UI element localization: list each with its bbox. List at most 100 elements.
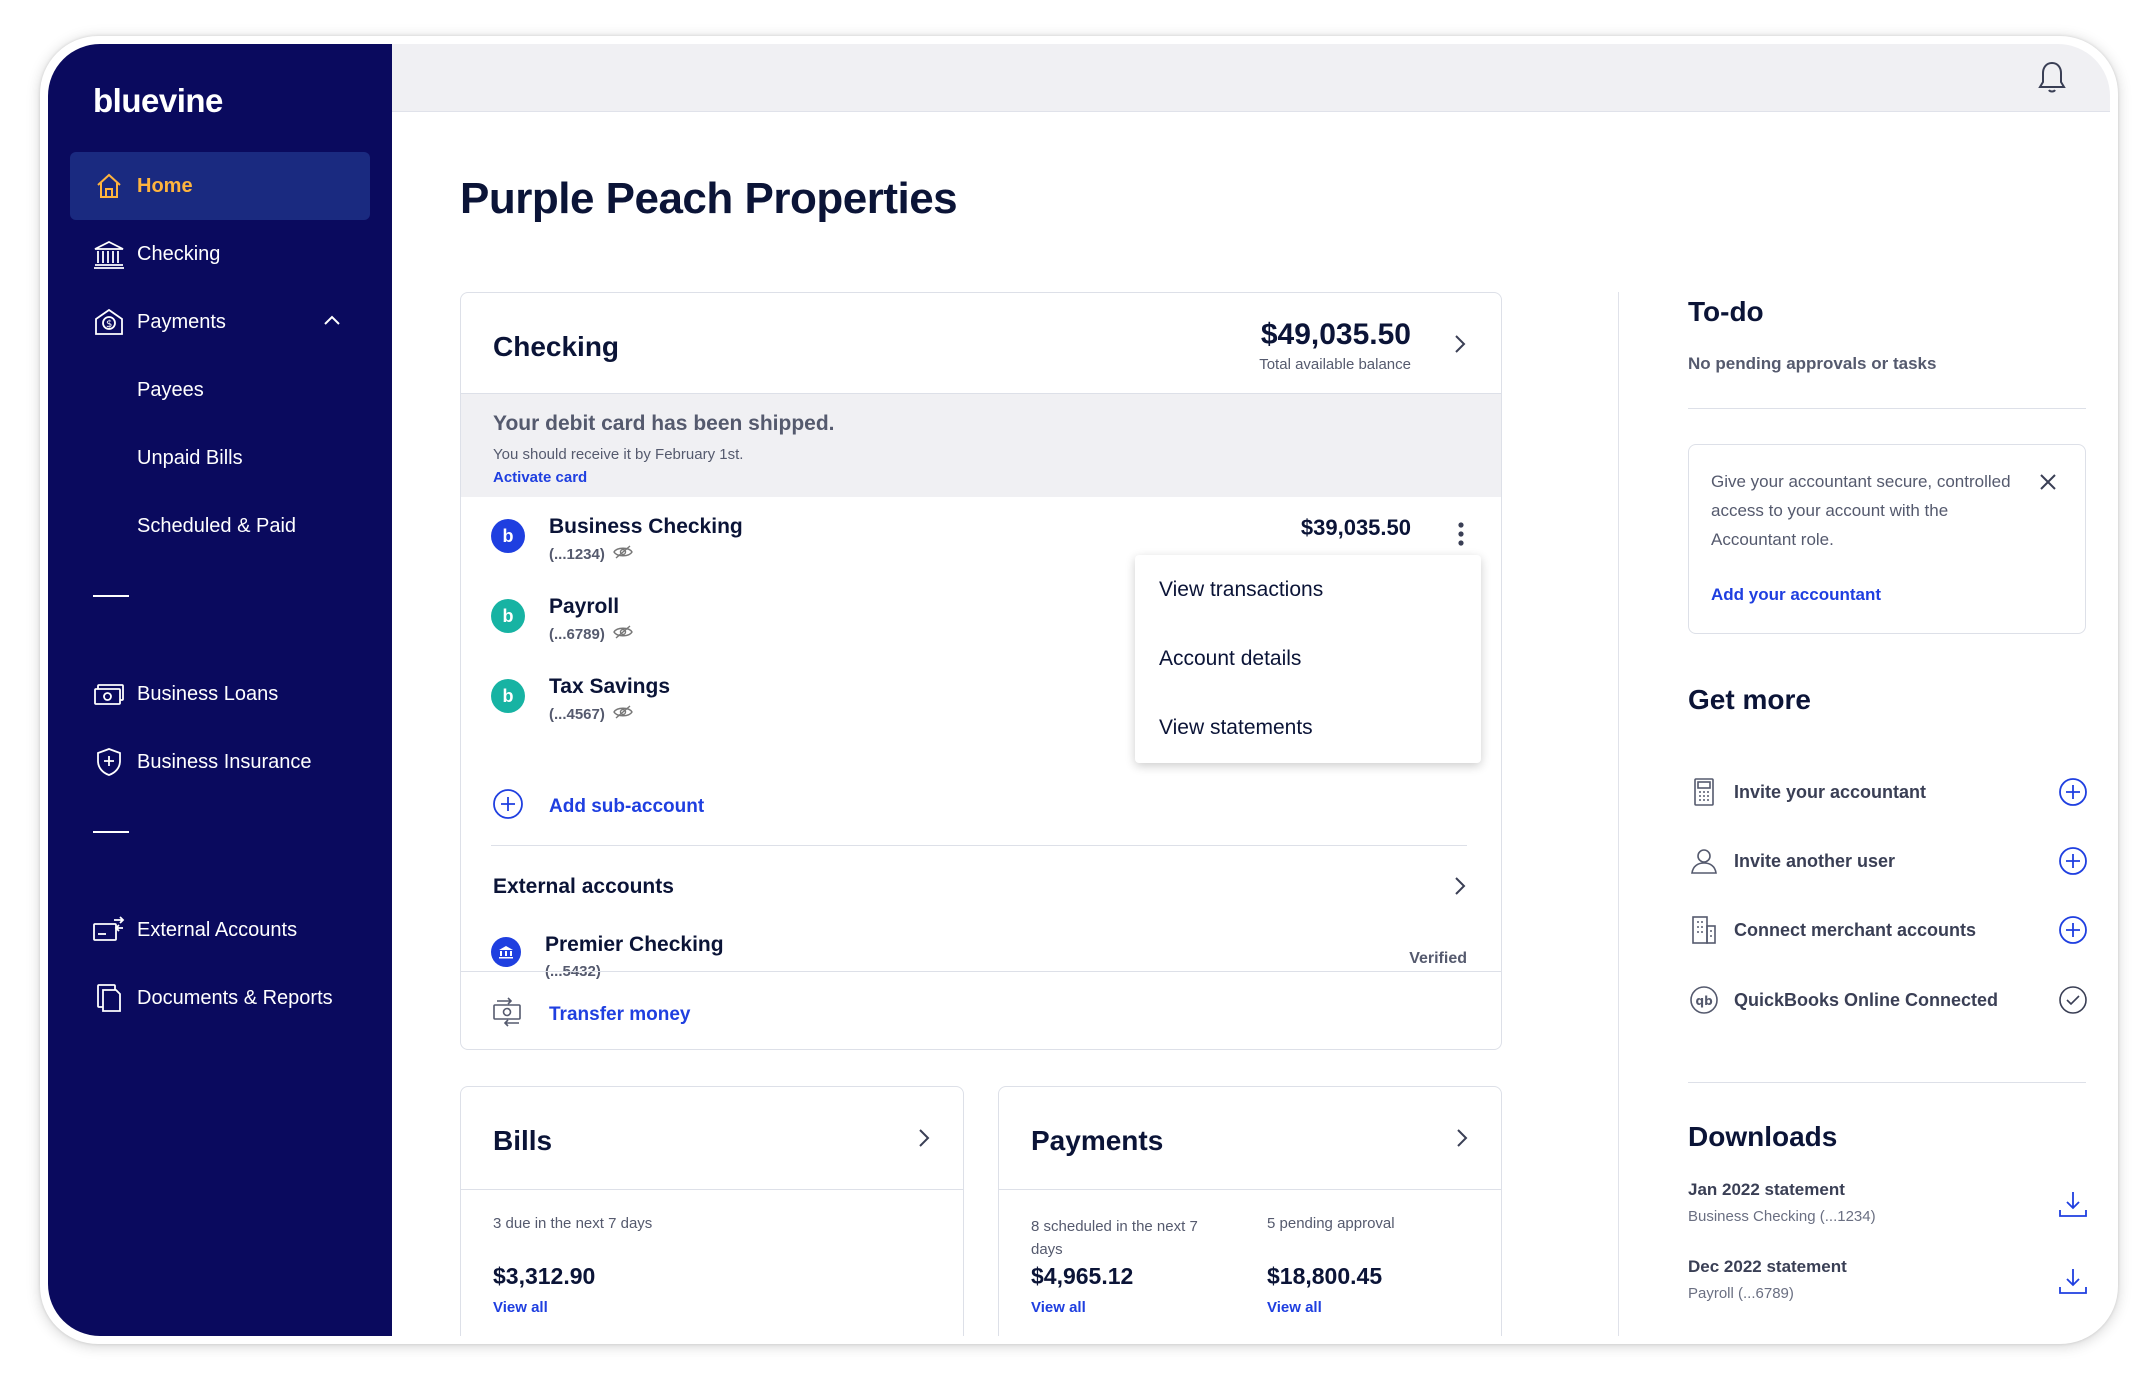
get-more-label: Connect merchant accounts: [1734, 919, 1977, 940]
notice-text: You should receive it by February 1st.: [493, 446, 744, 463]
checking-card-title[interactable]: Checking: [493, 331, 619, 363]
get-more-title: Get more: [1688, 684, 1811, 715]
bluevine-account-icon: b: [491, 519, 525, 553]
more-options-icon[interactable]: [1457, 521, 1465, 552]
plus-circle-icon[interactable]: [2058, 915, 2088, 950]
sidebar-item-label: Business Loans: [137, 682, 279, 705]
account-row-business-checking[interactable]: b Business Checking (...1234): [491, 515, 743, 563]
pending-caption: 5 pending approval: [1267, 1215, 1395, 1232]
plus-circle-icon: [491, 787, 525, 826]
sidebar-item-business-insurance[interactable]: Business Insurance: [70, 728, 370, 796]
bills-amount: $3,312.90: [493, 1263, 596, 1289]
add-sub-account-button[interactable]: Add sub-account: [491, 787, 704, 826]
account-number: (...4567): [549, 705, 670, 723]
payments-card: Payments 8 scheduled in the next 7 days …: [998, 1086, 1502, 1336]
account-balance: $39,035.50: [1300, 515, 1411, 540]
chevron-right-icon[interactable]: [1453, 333, 1467, 360]
bell-icon[interactable]: [2038, 60, 2066, 99]
sidebar-item-label: Scheduled & Paid: [137, 514, 297, 537]
eye-hidden-icon[interactable]: [613, 625, 633, 643]
transfer-money-button[interactable]: Transfer money: [491, 997, 691, 1032]
todo-title: To-do: [1688, 296, 1764, 327]
sidebar-item-unpaid-bills[interactable]: Unpaid Bills: [70, 424, 370, 492]
total-balance: $49,035.50 Total available balance: [1259, 318, 1411, 373]
external-accounts-title[interactable]: External accounts: [493, 875, 674, 899]
payments-card-title[interactable]: Payments: [1031, 1125, 1163, 1157]
sidebar-item-checking[interactable]: Checking: [70, 220, 370, 288]
account-row-tax-savings[interactable]: b Tax Savings (...4567): [491, 675, 670, 723]
add-accountant-link[interactable]: Add your accountant: [1711, 585, 1881, 605]
menu-item-view-statements[interactable]: View statements: [1135, 693, 1481, 762]
documents-icon: [92, 981, 126, 1015]
download-item[interactable]: Dec 2022 statement Payroll (...6789): [1688, 1257, 2088, 1302]
connect-merchant-row[interactable]: Connect merchant accounts: [1688, 910, 2088, 950]
eye-hidden-icon[interactable]: [613, 705, 633, 723]
invite-user-row[interactable]: Invite another user: [1688, 841, 2088, 881]
menu-item-account-details[interactable]: Account details: [1135, 624, 1481, 693]
chevron-right-icon[interactable]: [1453, 875, 1467, 902]
downloads-title: Downloads: [1688, 1121, 1838, 1152]
download-subtitle: Payroll (...6789): [1688, 1285, 1794, 1302]
loans-icon: [92, 677, 126, 711]
checking-card: Checking $49,035.50 Total available bala…: [460, 292, 1502, 1050]
sidebar-item-home[interactable]: Home: [70, 152, 370, 220]
verified-status: Verified: [1409, 950, 1467, 967]
payments-icon: $: [92, 305, 126, 339]
sidebar-item-documents-reports[interactable]: Documents & Reports: [70, 964, 370, 1032]
close-icon[interactable]: [2039, 473, 2057, 496]
chevron-right-icon[interactable]: [1455, 1127, 1469, 1154]
invite-accountant-row[interactable]: Invite your accountant: [1688, 772, 2088, 812]
bills-card: Bills 3 due in the next 7 days $3,312.90…: [460, 1086, 964, 1336]
sidebar-item-label: Unpaid Bills: [137, 446, 243, 469]
sidebar-item-external-accounts[interactable]: External Accounts: [70, 896, 370, 964]
activate-card-link[interactable]: Activate card: [493, 469, 587, 486]
chevron-right-icon[interactable]: [917, 1127, 931, 1154]
download-item[interactable]: Jan 2022 statement Business Checking (..…: [1688, 1180, 2088, 1225]
download-title: Jan 2022 statement: [1688, 1180, 1845, 1199]
column-divider: [1618, 292, 1619, 1336]
sidebar-item-business-loans[interactable]: Business Loans: [70, 660, 370, 728]
download-subtitle: Business Checking (...1234): [1688, 1208, 1876, 1225]
plus-circle-icon[interactable]: [2058, 846, 2088, 881]
download-icon[interactable]: [2058, 1190, 2088, 1223]
sidebar: bluevine Home Checking $ Payments Payees: [48, 44, 392, 1336]
top-bar: [392, 44, 2110, 112]
account-row-payroll[interactable]: b Payroll (...6789): [491, 595, 633, 643]
chevron-up-icon[interactable]: [322, 310, 342, 333]
debit-card-notice: Your debit card has been shipped. You sh…: [461, 393, 1501, 497]
menu-item-view-transactions[interactable]: View transactions: [1135, 555, 1481, 624]
download-title: Dec 2022 statement: [1688, 1257, 1847, 1276]
section-divider: [1688, 1082, 2086, 1083]
account-row-premier-checking[interactable]: Premier Checking (...5432): [491, 933, 724, 980]
account-name: Payroll: [549, 595, 620, 618]
account-options-menu: View transactions Account details View s…: [1135, 555, 1481, 763]
account-name: Premier Checking: [545, 933, 724, 956]
sidebar-divider: [93, 831, 129, 833]
sidebar-item-label: Payments: [137, 310, 226, 333]
scheduled-view-all-link[interactable]: View all: [1031, 1299, 1086, 1316]
section-divider: [461, 971, 1501, 972]
page-title: Purple Peach Properties: [460, 174, 958, 223]
bluevine-logo[interactable]: bluevine: [93, 82, 223, 120]
download-icon[interactable]: [2058, 1267, 2088, 1300]
pending-view-all-link[interactable]: View all: [1267, 1299, 1322, 1316]
sidebar-item-label: Home: [137, 174, 193, 197]
bills-view-all-link[interactable]: View all: [493, 1299, 548, 1316]
svg-text:$: $: [106, 319, 112, 330]
eye-hidden-icon[interactable]: [613, 545, 633, 563]
calculator-icon: [1688, 776, 1720, 808]
accountant-promo-card: Give your accountant secure, controlled …: [1688, 444, 2086, 634]
account-number: (...6789): [549, 625, 633, 643]
sidebar-item-scheduled-paid[interactable]: Scheduled & Paid: [70, 492, 370, 560]
quickbooks-row[interactable]: qb QuickBooks Online Connected: [1688, 980, 2088, 1020]
bills-card-title[interactable]: Bills: [493, 1125, 552, 1157]
scheduled-caption: 8 scheduled in the next 7 days: [1031, 1218, 1198, 1258]
transfer-icon: [491, 997, 525, 1032]
plus-circle-icon[interactable]: [2058, 777, 2088, 812]
bluevine-account-icon: b: [491, 599, 525, 633]
section-divider: [491, 845, 1467, 846]
sidebar-item-payees[interactable]: Payees: [70, 356, 370, 424]
account-name: Business Checking: [549, 515, 743, 538]
card-divider: [999, 1189, 1501, 1190]
sidebar-item-payments[interactable]: $ Payments: [70, 288, 370, 356]
